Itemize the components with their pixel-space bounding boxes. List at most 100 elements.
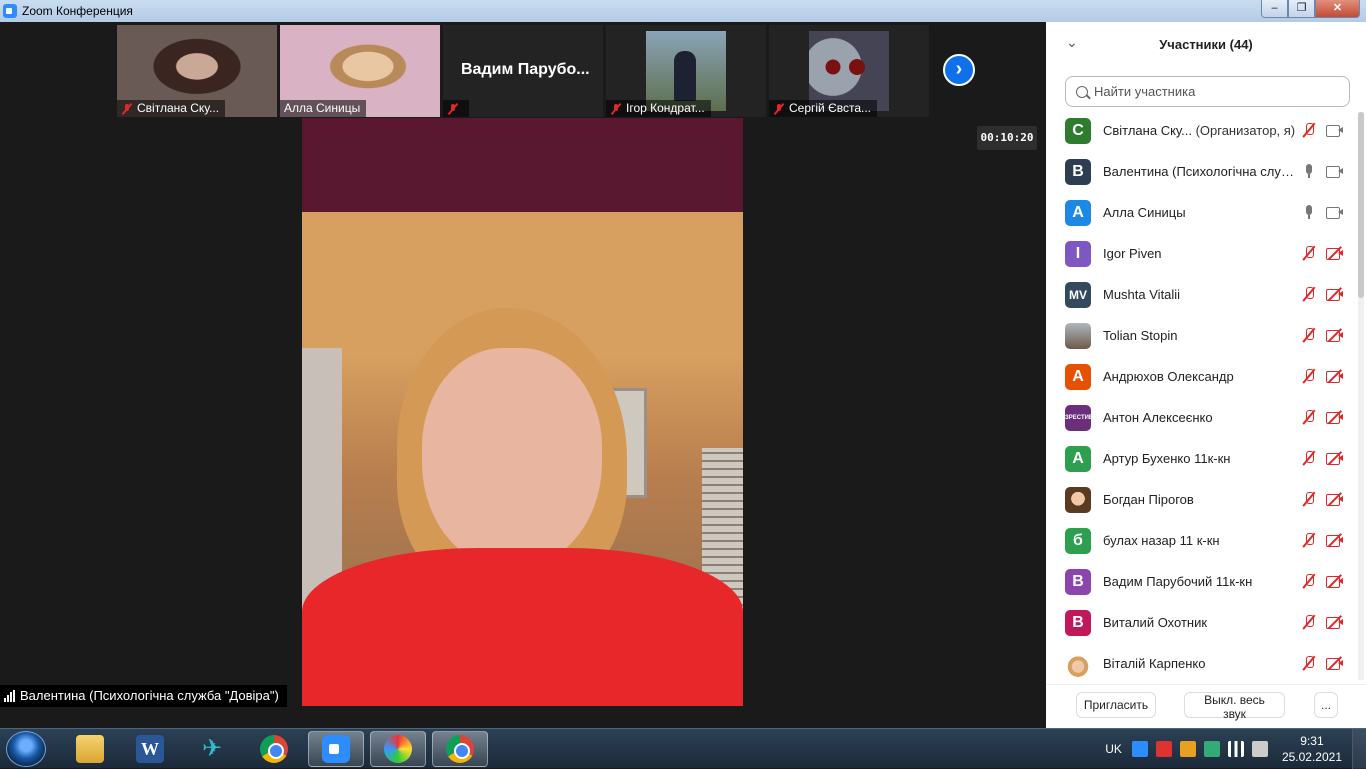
active-speaker-video[interactable] — [302, 118, 743, 706]
participant-row[interactable]: С Світлана Ску... (Организатор, я) — [1046, 110, 1356, 151]
participant-row[interactable]: ЗРЕСТИВ Антон Алексеєнко — [1046, 397, 1356, 438]
active-speaker-label: Валентина (Психологічна служба "Довіра") — [0, 685, 287, 707]
mic-muted-icon — [773, 103, 785, 115]
participant-search[interactable] — [1065, 76, 1350, 107]
thumbnail-name: Ігор Кондрат... — [626, 101, 705, 115]
participant-row[interactable]: А Алла Синицы — [1046, 192, 1356, 233]
panel-title: Участники (44) — [1159, 37, 1253, 52]
clock-time: 9:31 — [1300, 734, 1324, 748]
mic-muted-icon[interactable] — [1302, 287, 1316, 302]
maximize-button[interactable]: ❐ — [1288, 0, 1315, 18]
camera-off-icon[interactable] — [1326, 410, 1344, 424]
participant-name: Tolian Stopin — [1103, 328, 1298, 343]
participant-status-icons — [1302, 656, 1344, 671]
mic-muted-icon[interactable] — [1302, 246, 1316, 261]
camera-off-icon[interactable] — [1326, 451, 1344, 465]
mic-muted-icon[interactable] — [1302, 656, 1316, 671]
participant-row[interactable]: б булах назар 11 к-кн — [1046, 520, 1356, 561]
participant-row[interactable]: А Артур Бухенко 11к-кн — [1046, 438, 1356, 479]
folder-icon — [76, 735, 104, 763]
thumbnail-label — [443, 100, 469, 117]
participant-row[interactable]: В Виталий Охотник — [1046, 602, 1356, 643]
camera-icon[interactable] — [1326, 205, 1344, 219]
microphone-icon[interactable] — [1302, 205, 1316, 220]
participant-thumbnail[interactable]: Вадим Парубо... — [443, 25, 603, 117]
folder-tray-icon[interactable] — [1179, 741, 1196, 757]
camera-off-icon[interactable] — [1326, 328, 1344, 342]
camera-icon[interactable] — [1326, 164, 1344, 178]
search-input[interactable] — [1094, 84, 1334, 99]
participant-status-icons — [1302, 164, 1344, 179]
participant-status-icons — [1302, 287, 1344, 302]
participant-name-text: Tolian Stopin — [1103, 328, 1178, 343]
minimize-button[interactable]: – — [1261, 0, 1288, 18]
next-page-button[interactable]: › — [943, 54, 975, 86]
volume-icon[interactable] — [1251, 741, 1268, 757]
mic-muted-icon[interactable] — [1302, 574, 1316, 589]
participant-status-icons — [1302, 328, 1344, 343]
participant-status-icons — [1302, 369, 1344, 384]
mic-muted-icon — [610, 103, 622, 115]
participant-row[interactable]: В Вадим Парубочий 11к-кн — [1046, 561, 1356, 602]
language-indicator[interactable]: UK — [1105, 742, 1122, 756]
taskbar-zoom[interactable] — [308, 731, 364, 767]
avatar: В — [1065, 568, 1091, 595]
update-tray-icon[interactable] — [1203, 741, 1220, 757]
avatar: В — [1065, 158, 1091, 185]
close-button[interactable]: ✕ — [1315, 0, 1360, 18]
participant-row[interactable]: Tolian Stopin — [1046, 315, 1356, 356]
invite-button[interactable]: Пригласить — [1076, 692, 1156, 718]
taskbar-file-explorer[interactable] — [62, 731, 118, 767]
camera-off-icon[interactable] — [1326, 574, 1344, 588]
participant-thumbnail[interactable]: Сергій Євста... — [769, 25, 929, 117]
mic-muted-icon[interactable] — [1302, 451, 1316, 466]
participant-name: Артур Бухенко 11к-кн — [1103, 451, 1298, 466]
participant-row[interactable]: MV Mushta Vitalii — [1046, 274, 1356, 315]
participant-thumbnail[interactable]: Світлана Ску... — [117, 25, 277, 117]
mic-muted-icon[interactable] — [1302, 123, 1316, 138]
taskbar-word[interactable]: W — [122, 731, 178, 767]
mic-muted-icon[interactable] — [1302, 369, 1316, 384]
camera-off-icon[interactable] — [1326, 287, 1344, 301]
mic-muted-icon[interactable] — [1302, 492, 1316, 507]
participant-status-icons — [1302, 574, 1344, 589]
camera-off-icon[interactable] — [1326, 246, 1344, 260]
participant-thumbnail[interactable]: Алла Синицы — [280, 25, 440, 117]
camera-off-icon[interactable] — [1326, 615, 1344, 629]
taskbar-chrome-2[interactable] — [432, 731, 488, 767]
mic-muted-icon[interactable] — [1302, 615, 1316, 630]
avatar: MV — [1065, 281, 1091, 308]
participant-thumbnail[interactable]: Ігор Кондрат... — [606, 25, 766, 117]
mic-muted-icon[interactable] — [1302, 328, 1316, 343]
camera-icon[interactable] — [1326, 123, 1344, 137]
network-icon[interactable] — [1227, 741, 1244, 757]
participant-row[interactable]: А Андрюхов Олександр — [1046, 356, 1356, 397]
participant-row[interactable]: В Валентина (Психологічна служ... — [1046, 151, 1356, 192]
participant-status-icons — [1302, 123, 1344, 138]
zoom-tray-icon[interactable] — [1131, 741, 1148, 757]
mic-muted-icon[interactable] — [1302, 533, 1316, 548]
more-options-button[interactable]: ... — [1314, 692, 1338, 718]
taskbar-hummingbird[interactable]: ✈ — [184, 731, 240, 767]
thumbnail-name: Сергій Євста... — [789, 101, 871, 115]
camera-off-icon[interactable] — [1326, 656, 1344, 670]
participant-list-scrollbar[interactable] — [1358, 112, 1364, 680]
mute-all-button[interactable]: Выкл. весь звук — [1184, 692, 1285, 721]
taskbar-chrome[interactable] — [246, 731, 302, 767]
participant-row[interactable]: Віталій Карпенко — [1046, 643, 1356, 678]
taskbar-paint[interactable] — [370, 731, 426, 767]
participant-row[interactable]: I Igor Piven — [1046, 233, 1356, 274]
app-tray-icon[interactable] — [1155, 741, 1172, 757]
participant-row[interactable]: Богдан Пірогов — [1046, 479, 1356, 520]
avatar: С — [1065, 117, 1091, 144]
start-button[interactable] — [6, 731, 46, 767]
camera-off-icon[interactable] — [1326, 492, 1344, 506]
camera-off-icon[interactable] — [1326, 369, 1344, 383]
participant-name: булах назар 11 к-кн — [1103, 533, 1298, 548]
show-desktop-button[interactable] — [1352, 729, 1366, 769]
participant-name-text: Вадим Парубочий 11к-кн — [1103, 574, 1253, 589]
camera-off-icon[interactable] — [1326, 533, 1344, 547]
clock[interactable]: 9:31 25.02.2021 — [1282, 733, 1342, 765]
microphone-icon[interactable] — [1302, 164, 1316, 179]
mic-muted-icon[interactable] — [1302, 410, 1316, 425]
